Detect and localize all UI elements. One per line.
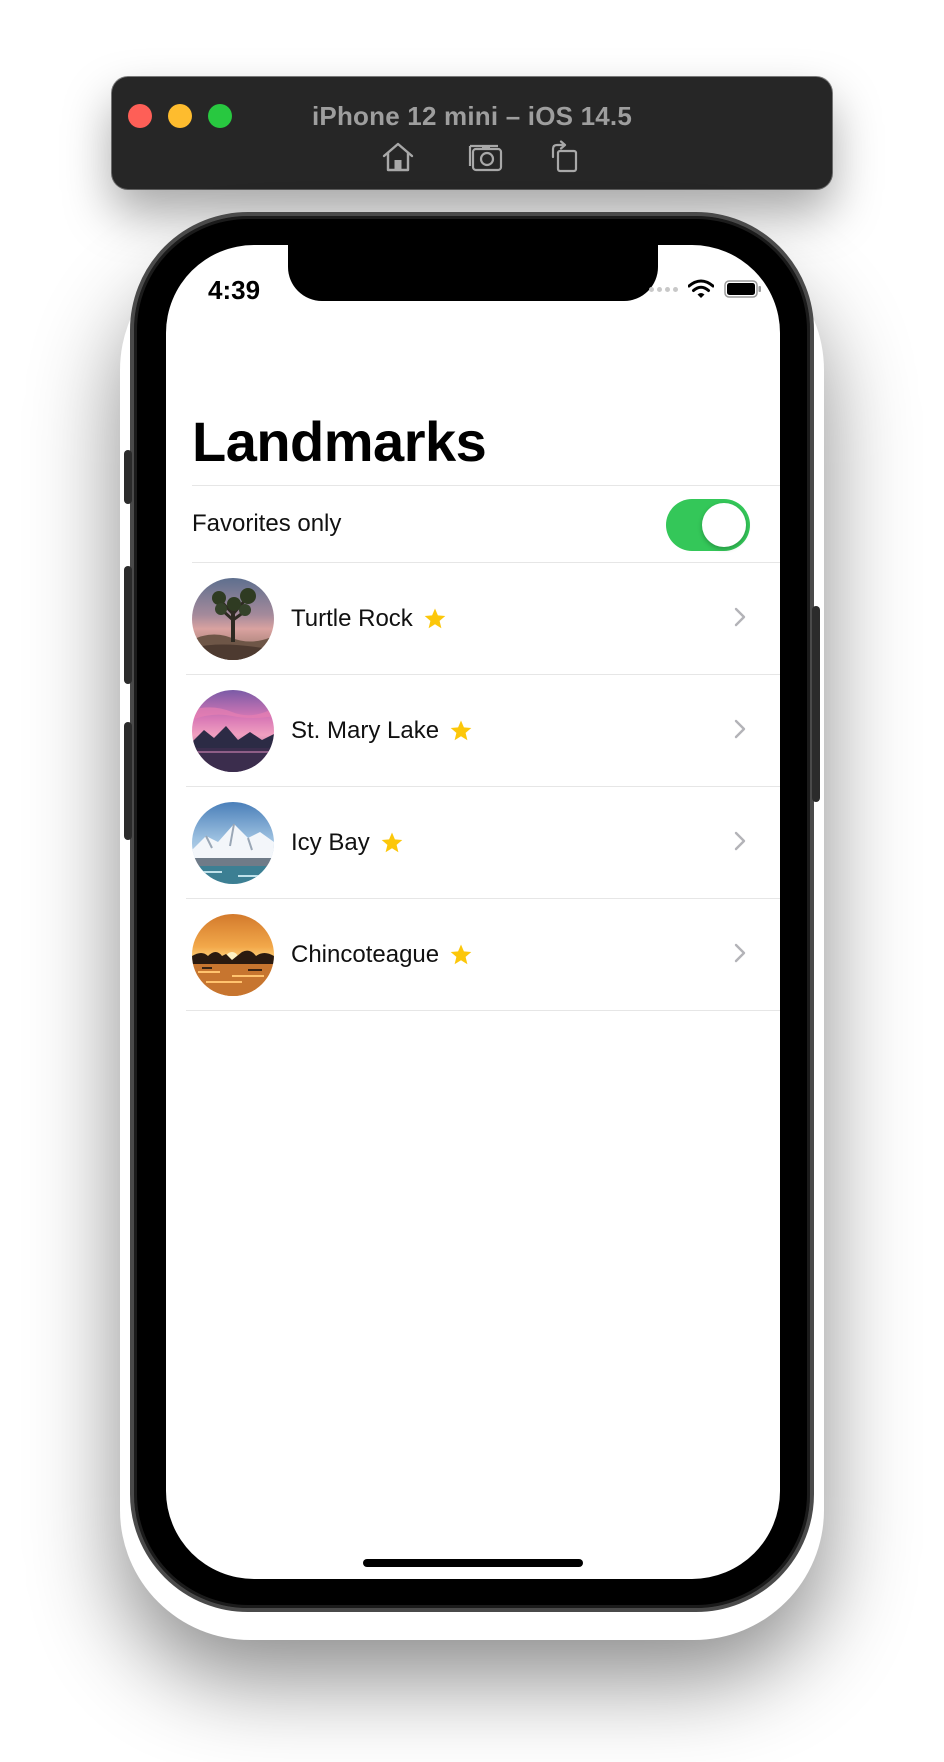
- silent-switch: [124, 450, 132, 504]
- volume-up-button: [124, 566, 132, 684]
- favorites-toggle-row: Favorites only: [192, 485, 780, 563]
- landmark-thumbnail: [192, 801, 274, 884]
- favorites-toggle-label: Favorites only: [192, 510, 342, 537]
- status-time: 4:39: [208, 275, 261, 305]
- chevron-right-icon: [734, 831, 746, 856]
- home-icon: [382, 142, 414, 172]
- landmark-row-st-mary-lake[interactable]: St. Mary Lake: [186, 675, 780, 787]
- phone-screen: 4:39 Landmarks Favorites only Turtle Roc…: [166, 245, 780, 1579]
- page-title: Landmarks: [192, 410, 487, 473]
- volume-down-button: [124, 722, 132, 840]
- rotate-icon: [551, 140, 578, 173]
- screenshot-button[interactable]: [466, 137, 506, 177]
- landmark-name: St. Mary Lake: [291, 716, 440, 744]
- chevron-right-icon: [734, 719, 746, 744]
- wifi-icon: [688, 279, 714, 298]
- cellular-signal-icon: [649, 286, 678, 292]
- landmark-thumbnail: [192, 913, 274, 996]
- window-title: iPhone 12 mini – iOS 14.5: [311, 101, 632, 131]
- star-icon: [380, 831, 404, 855]
- star-icon: [449, 943, 473, 967]
- simulator-window: iPhone 12 mini – iOS 14.5: [112, 77, 832, 189]
- simulator-toolbar: [112, 137, 832, 177]
- landmark-row-icy-bay[interactable]: Icy Bay: [186, 787, 780, 899]
- toggle-knob: [702, 503, 746, 547]
- chevron-right-icon: [734, 943, 746, 968]
- rotate-button[interactable]: [544, 137, 584, 177]
- star-icon: [423, 607, 447, 631]
- landmark-list: Favorites only Turtle Rock St. Mary Lake…: [166, 485, 780, 1011]
- landmark-row-turtle-rock[interactable]: Turtle Rock: [186, 563, 780, 675]
- home-button[interactable]: [378, 137, 418, 177]
- home-indicator[interactable]: [363, 1559, 583, 1567]
- landmark-thumbnail: [192, 577, 274, 660]
- landmark-thumbnail: [192, 689, 274, 772]
- landmark-row-chincoteague[interactable]: Chincoteague: [186, 899, 780, 1011]
- star-icon: [449, 719, 473, 743]
- battery-icon: [724, 280, 761, 298]
- notch: [288, 245, 658, 301]
- landmark-name: Turtle Rock: [291, 604, 413, 632]
- landmark-name: Icy Bay: [291, 828, 370, 856]
- favorites-toggle[interactable]: [666, 499, 750, 551]
- screenshot-icon: [468, 144, 503, 172]
- landmark-name: Chincoteague: [291, 940, 440, 968]
- power-button: [812, 606, 820, 802]
- chevron-right-icon: [734, 607, 746, 632]
- status-icons: [649, 279, 762, 299]
